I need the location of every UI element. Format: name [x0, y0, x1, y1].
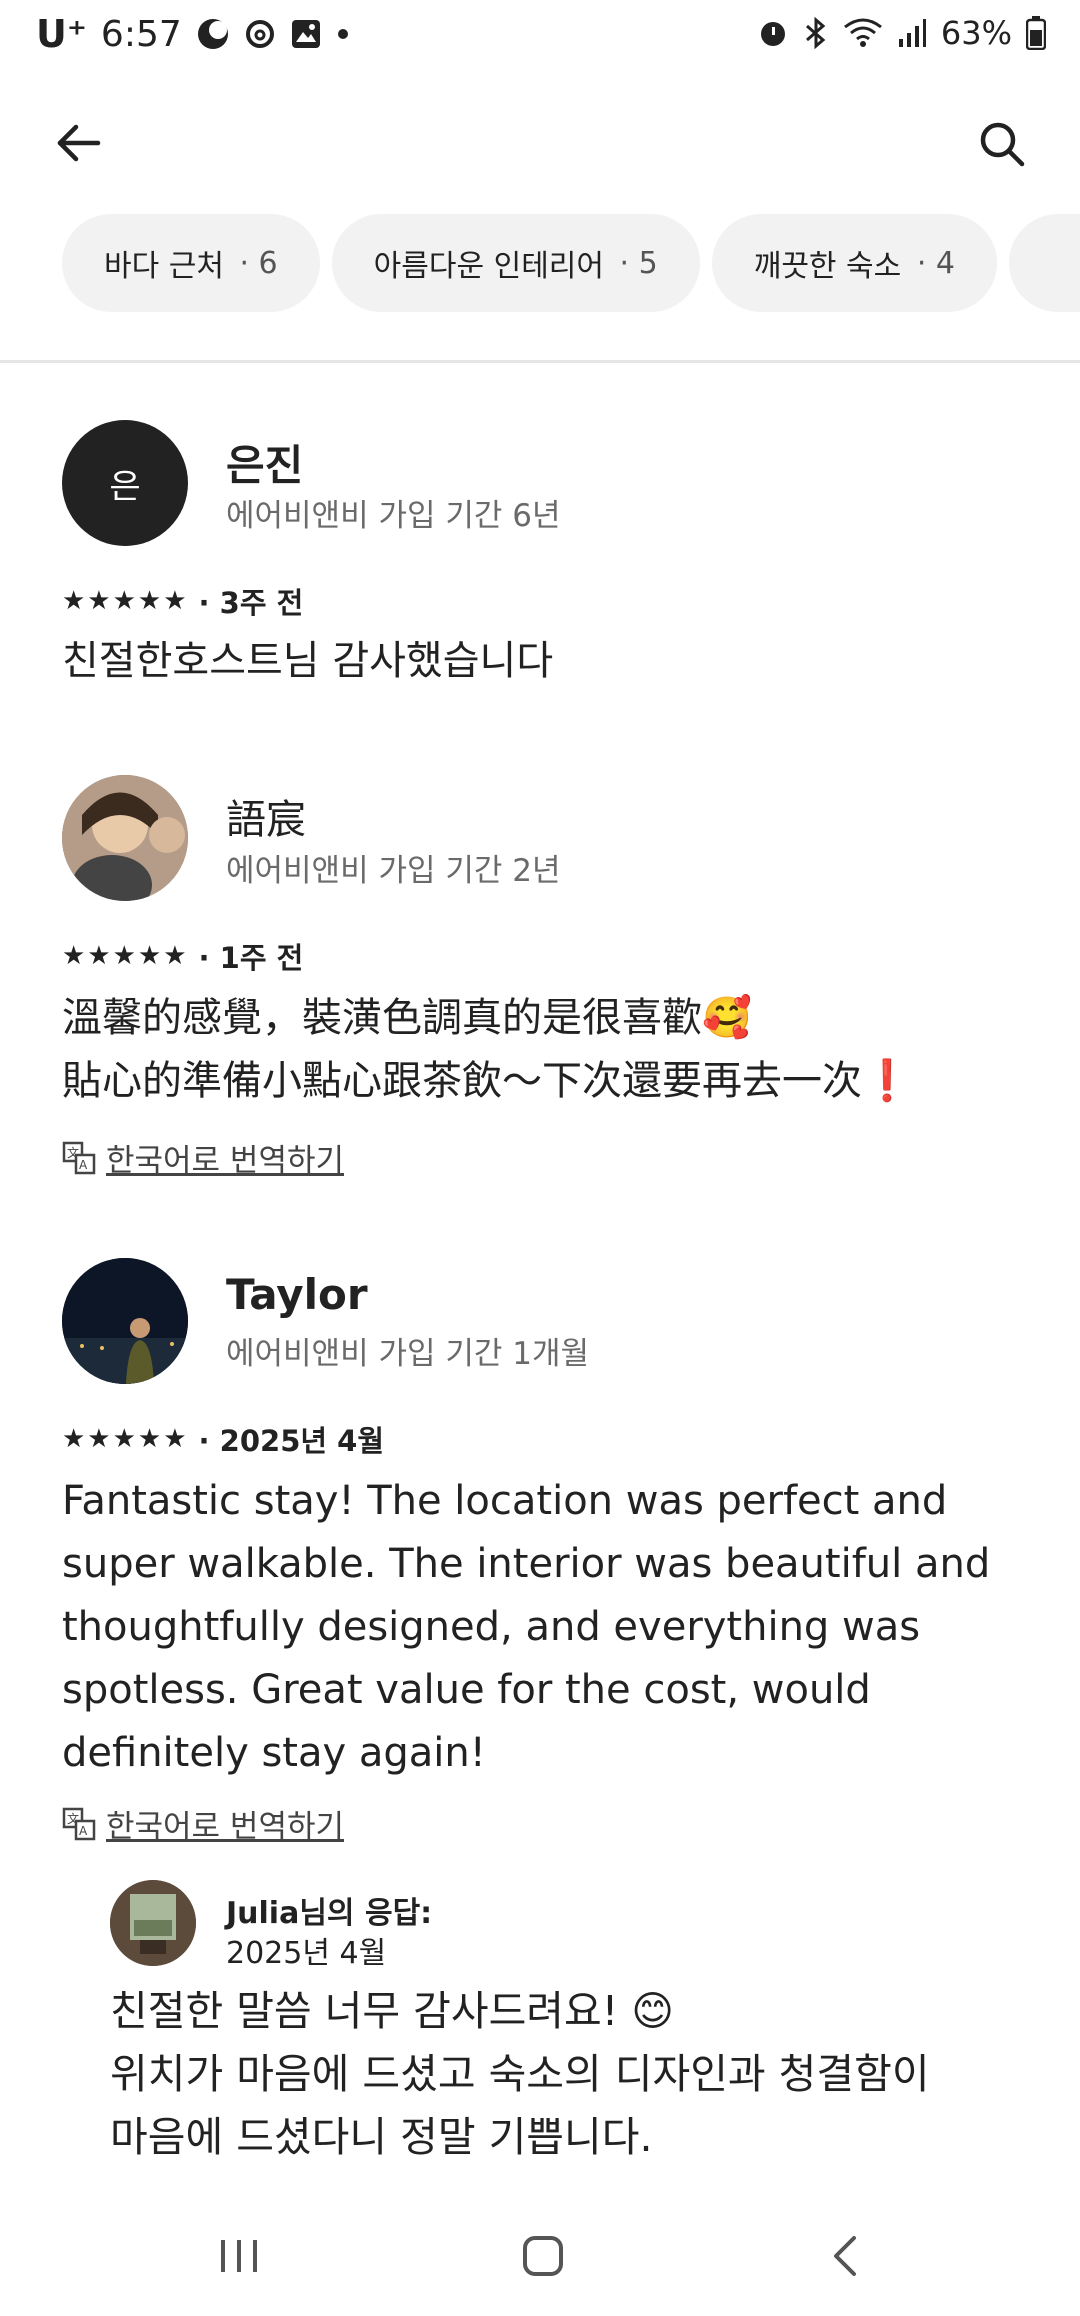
recent-apps-icon [221, 2240, 257, 2272]
search-icon [980, 122, 1025, 167]
clock: 6:57 [100, 13, 182, 55]
translate-icon: 文A [62, 1807, 96, 1840]
threads-icon [245, 20, 274, 48]
review-text: Fantastic stay! The location was perfect… [62, 1478, 991, 1776]
chip-more[interactable] [1008, 214, 1080, 312]
chip-label: 바다 근처 [104, 249, 224, 284]
chip-label: 아름다운 인테리어 [373, 249, 604, 284]
svg-text:A: A [79, 1158, 88, 1172]
rating-row: ★★★★★ · 3주 전 [62, 580, 303, 622]
avatar[interactable]: 은 [62, 420, 188, 546]
member-since: 에어비앤비 가입 기간 1개월 [226, 1336, 590, 1372]
translate-label: 한국어로 번역하기 [106, 1809, 345, 1845]
divider [0, 360, 1080, 363]
search-button[interactable] [974, 116, 1030, 172]
translate-link[interactable]: 文A 한국어로 번역하기 [62, 1135, 344, 1180]
chip-label: 깨끗한 숙소 [753, 249, 902, 284]
host-reply-name: Julia님의 응답: [226, 1896, 433, 1931]
carrier-label: U⁺ [36, 12, 87, 56]
member-since: 에어비앤비 가입 기간 6년 [226, 498, 561, 534]
host-reply-date: 2025년 4월 [226, 1936, 387, 1971]
signal-icon [898, 19, 926, 47]
host-avatar-photo [110, 1880, 196, 1966]
battery-icon [1026, 16, 1046, 50]
star-rating: ★★★★★ [62, 586, 189, 616]
member-since: 에어비앤비 가입 기간 2년 [226, 853, 561, 889]
review-date: · 3주 전 [198, 586, 304, 620]
avatar-initial: 은 [109, 466, 141, 507]
battery-percent: 63% [940, 14, 1012, 52]
chip-clean-stay[interactable]: 깨끗한 숙소 · 4 [711, 214, 997, 312]
review-date: · 1주 전 [198, 941, 304, 975]
rating-row: ★★★★★ · 2025년 4월 [62, 1418, 384, 1460]
chip-near-sea[interactable]: 바다 근처 · 6 [62, 214, 320, 312]
chip-count: · 5 [619, 245, 658, 281]
avatar[interactable] [62, 775, 188, 901]
alarm-icon [760, 22, 785, 46]
review-item: Taylor 에어비앤비 가입 기간 1개월 ★★★★★ · 2025년 4월 … [62, 1258, 1022, 1858]
home-icon [523, 2236, 563, 2276]
moon-icon [197, 19, 228, 49]
host-avatar[interactable] [110, 1880, 196, 1966]
review-text: 溫馨的感覺，裝潢色調真的是很喜歡🥰 貼心的準備小點心跟茶飲～下次還要再去一次❗ [62, 995, 912, 1104]
bluetooth-icon [805, 17, 826, 49]
recent-apps-button[interactable] [200, 2226, 280, 2286]
svg-text:A: A [79, 1824, 88, 1838]
filter-chip-row: 바다 근처 · 6 아름다운 인테리어 · 5 깨끗한 숙소 · 4 [62, 214, 1080, 314]
wifi-icon [843, 18, 882, 47]
star-rating: ★★★★★ [62, 1424, 189, 1454]
system-nav-bar [0, 2196, 1080, 2316]
reviewer-name: Taylor [226, 1270, 368, 1319]
dot-icon [337, 29, 348, 39]
back-button[interactable] [52, 118, 112, 168]
rating-row: ★★★★★ · 1주 전 [62, 935, 303, 977]
home-button[interactable] [503, 2226, 583, 2286]
star-rating: ★★★★★ [62, 941, 189, 971]
arrow-left-icon [57, 124, 101, 162]
review-item: 語宸 에어비앤비 가입 기간 2년 ★★★★★ · 1주 전 溫馨的感覺，裝潢色… [62, 775, 1022, 1195]
avatar-photo [62, 775, 188, 901]
review-text: 친절한호스트님 감사했습니다 [62, 638, 554, 684]
nav-back-button[interactable] [806, 2226, 886, 2286]
back-icon [834, 2236, 856, 2276]
chip-count: · 6 [239, 245, 278, 281]
top-bar [0, 100, 1080, 184]
avatar-photo [62, 1258, 188, 1384]
avatar[interactable] [62, 1258, 188, 1384]
translate-link[interactable]: 文A 한국어로 번역하기 [62, 1801, 344, 1846]
translate-label: 한국어로 번역하기 [106, 1143, 345, 1179]
chip-count: · 4 [916, 245, 955, 281]
review-item: 은 은진 에어비앤비 가입 기간 6년 ★★★★★ · 3주 전 친절한호스트님… [62, 420, 1022, 710]
chip-beautiful-interior[interactable]: 아름다운 인테리어 · 5 [331, 214, 700, 312]
reviewer-name: 語宸 [226, 797, 306, 843]
reviewer-name: 은진 [226, 441, 304, 490]
host-reply-text: 친절한 말씀 너무 감사드려요! 😊 위치가 마음에 드셨고 숙소의 디자인과 … [110, 1987, 930, 2161]
translate-icon: 文A [62, 1141, 96, 1174]
review-date: · 2025년 4월 [198, 1424, 385, 1458]
gallery-icon [291, 20, 320, 48]
status-bar: U⁺ 6:57 63% [0, 0, 1080, 76]
